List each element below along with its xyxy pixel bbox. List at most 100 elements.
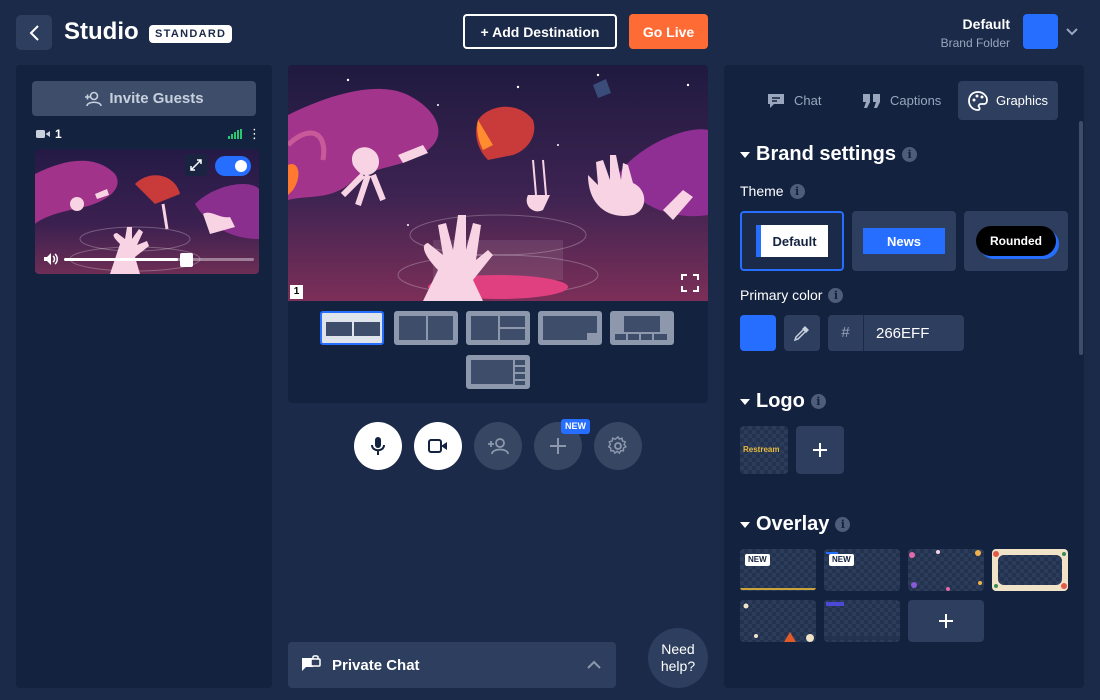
brand-folder-name: Default — [962, 16, 1010, 32]
brand-folder-label: Brand Folder — [940, 36, 1010, 50]
settings-button[interactable] — [594, 422, 642, 470]
chevron-down-icon[interactable] — [1064, 22, 1080, 42]
tab-graphics-label: Graphics — [996, 93, 1049, 108]
brand-settings-heading[interactable]: Brand settings i — [740, 143, 918, 166]
add-source-icon — [550, 438, 566, 454]
fullscreen-icon[interactable] — [680, 273, 700, 293]
add-user-icon — [85, 91, 103, 106]
eyedropper-icon — [794, 326, 809, 341]
chat-icon — [768, 93, 784, 108]
info-icon[interactable]: i — [828, 287, 844, 303]
invite-guests-label: Invite Guests — [109, 90, 204, 107]
logo-title: Logo — [756, 390, 805, 412]
logo-thumbnail[interactable]: Restream — [740, 426, 788, 474]
go-live-button[interactable]: Go Live — [629, 14, 708, 49]
layout-main-side[interactable] — [466, 311, 530, 345]
expand-icon — [190, 159, 202, 171]
add-guest-icon — [488, 438, 509, 455]
layout-main-strip[interactable] — [610, 311, 674, 345]
layout-picture-in-picture[interactable] — [538, 311, 602, 345]
volume-icon[interactable] — [43, 252, 59, 266]
stage-preview[interactable]: 1 — [288, 65, 708, 301]
plus-icon — [813, 443, 827, 457]
source-row: 1 ⋮ — [36, 127, 261, 141]
overlay-thumbnail[interactable] — [908, 549, 984, 591]
microphone-button[interactable] — [354, 422, 402, 470]
eyedropper-button[interactable] — [784, 315, 820, 351]
private-chat-icon — [302, 655, 321, 671]
overlay-thumbnail[interactable] — [992, 549, 1068, 591]
info-icon[interactable]: i — [835, 517, 851, 532]
layout-split[interactable] — [394, 311, 458, 345]
tab-graphics[interactable]: Graphics — [958, 81, 1059, 120]
settings-icon — [608, 436, 628, 455]
caret-down-icon — [740, 521, 750, 528]
guests-panel: Invite Guests 1 ⋮ — [16, 65, 272, 688]
volume-slider-handle[interactable] — [180, 253, 193, 267]
back-button[interactable] — [16, 15, 52, 50]
camera-icon — [428, 439, 447, 453]
primary-color-swatch[interactable] — [740, 315, 776, 351]
info-icon[interactable]: i — [902, 147, 918, 162]
tab-captions-label: Captions — [890, 93, 942, 108]
palette-icon — [968, 90, 988, 111]
tab-chat[interactable]: Chat — [756, 81, 831, 120]
panel-scrollbar[interactable] — [1079, 121, 1083, 355]
primary-color-input[interactable]: # 266EFF — [828, 315, 964, 351]
overlay-heading[interactable]: Overlay i — [740, 513, 851, 536]
overlay-image — [740, 600, 816, 642]
tab-captions[interactable]: Captions — [852, 81, 951, 120]
caret-down-icon — [740, 398, 750, 405]
primary-color-label-text: Primary color — [740, 287, 823, 303]
more-options-icon[interactable]: ⋮ — [248, 127, 261, 140]
layout-two-up[interactable] — [320, 311, 384, 345]
new-badge: NEW — [561, 419, 590, 434]
overlay-image — [992, 549, 1068, 591]
overlay-thumbnail[interactable]: NEW — [824, 549, 900, 591]
chevron-left-icon — [29, 24, 39, 41]
plus-icon — [939, 614, 953, 628]
theme-news[interactable]: News — [852, 211, 956, 271]
overlay-thumbnail[interactable] — [824, 600, 900, 642]
overlay-title: Overlay — [756, 513, 830, 535]
chevron-up-icon[interactable] — [586, 660, 602, 670]
volume-slider-track[interactable] — [64, 258, 254, 261]
guest-preview[interactable] — [35, 149, 259, 274]
brand-color-swatch[interactable] — [1023, 14, 1058, 49]
add-to-stage-toggle[interactable] — [215, 156, 251, 176]
new-tag: NEW — [829, 554, 854, 566]
brand-settings-title: Brand settings — [756, 143, 897, 165]
info-icon[interactable]: i — [810, 394, 826, 409]
brand-folder-selector[interactable]: Default Brand Folder — [941, 16, 1010, 50]
expand-button[interactable] — [185, 154, 207, 176]
signal-strength-icon — [228, 129, 242, 139]
overlay-thumbnail[interactable] — [740, 600, 816, 642]
tab-chat-label: Chat — [794, 93, 822, 108]
camera-icon — [36, 130, 50, 138]
participant-number: 1 — [290, 285, 303, 299]
add-logo-button[interactable] — [796, 426, 844, 474]
layout-main-sidebar[interactable] — [466, 355, 530, 389]
need-help-line1: Need — [661, 641, 695, 657]
overlay-thumbnail[interactable]: NEW — [740, 549, 816, 591]
hash-symbol: # — [828, 315, 864, 351]
add-destination-button[interactable]: + Add Destination — [463, 14, 617, 49]
primary-color-label: Primary color i — [740, 287, 844, 303]
new-tag: NEW — [745, 554, 770, 566]
theme-default[interactable]: Default — [740, 211, 844, 271]
add-overlay-button[interactable] — [908, 600, 984, 642]
need-help-button[interactable]: Need help? — [648, 628, 708, 688]
camera-button[interactable] — [414, 422, 462, 470]
invite-guests-button[interactable]: Invite Guests — [32, 81, 256, 116]
theme-label-text: Theme — [740, 183, 784, 199]
primary-color-value: 266EFF — [876, 324, 930, 342]
theme-rounded[interactable]: Rounded — [964, 211, 1068, 271]
logo-heading[interactable]: Logo i — [740, 390, 826, 413]
captions-icon — [863, 93, 880, 108]
info-icon[interactable]: i — [789, 183, 805, 199]
private-chat-bar[interactable]: Private Chat — [288, 642, 616, 688]
logo-text: Restream — [743, 445, 780, 454]
overlay-image — [908, 549, 984, 591]
microphone-icon — [371, 437, 385, 455]
invite-guest-button[interactable] — [474, 422, 522, 470]
